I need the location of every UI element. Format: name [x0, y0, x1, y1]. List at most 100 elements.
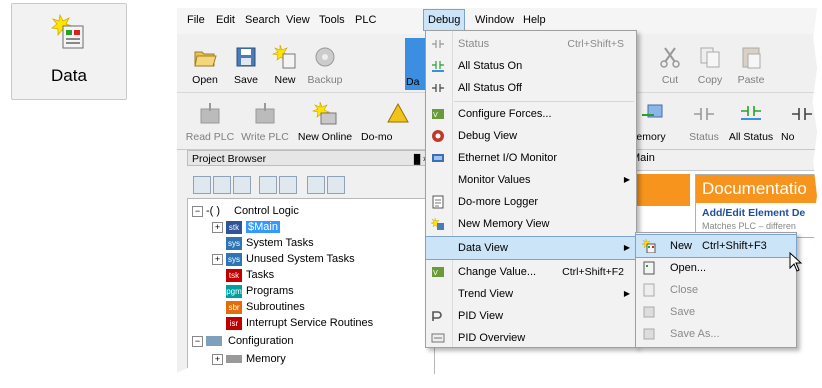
menu-help[interactable]: Help	[523, 14, 546, 26]
do-more-icon	[387, 102, 409, 123]
menu-item-new-memory-view[interactable]: New Memory View	[426, 213, 636, 235]
memory-view-icon	[431, 217, 444, 230]
sys-badge: sys	[226, 252, 242, 266]
collapse-icon[interactable]: −	[192, 336, 203, 347]
new-online-icon	[312, 101, 337, 125]
submenu-item-new[interactable]: New Ctrl+Shift+F3	[635, 234, 797, 258]
project-browser-toolbar	[187, 168, 433, 198]
menu-item-ethernet-io-monitor[interactable]: Ethernet I/O Monitor	[426, 147, 636, 169]
read-plc-button[interactable]: Read PLC	[185, 101, 235, 143]
menu-edit[interactable]: Edit	[216, 14, 235, 26]
pgm-badge: pgm	[226, 284, 242, 298]
all-status-button[interactable]: All Status	[725, 101, 777, 143]
filter-icon[interactable]	[193, 176, 211, 194]
menu-tools[interactable]: Tools	[319, 14, 345, 26]
debug-view-icon	[432, 130, 444, 142]
backup-icon	[315, 47, 335, 67]
status-button[interactable]: Status	[687, 101, 721, 143]
tree-node-interrupt-service-routines[interactable]: isr Interrupt Service Routines	[226, 315, 373, 331]
expand-icon[interactable]: +	[212, 354, 223, 365]
cut-button[interactable]: Cut	[655, 44, 685, 86]
open-icon	[643, 261, 655, 275]
submenu-item-save-as[interactable]: Save As...	[636, 323, 796, 345]
menu-item-configure-forces[interactable]: V Configure Forces...	[426, 103, 636, 125]
documentation-card: Documentatio Add/Edit Element De Matches…	[695, 174, 817, 238]
save-button[interactable]: Save	[229, 44, 263, 86]
expand-icon[interactable]: +	[212, 254, 223, 265]
new-button[interactable]: New	[269, 44, 301, 86]
tree-node-subroutines[interactable]: sbr Subroutines	[226, 299, 305, 315]
image-icon[interactable]	[327, 176, 345, 194]
data-toolbar-button[interactable]: Da	[405, 38, 425, 90]
submenu-arrow-icon: ▶	[623, 243, 630, 252]
menu-item-all-status-on[interactable]: All Status On	[426, 55, 636, 77]
menu-item-change-value[interactable]: V Change Value... Ctrl+Shift+F2	[426, 261, 636, 283]
paste-button[interactable]: Paste	[733, 44, 769, 86]
project-browser-title: Project Browser █ ×	[187, 150, 433, 166]
menu-item-debug-view[interactable]: Debug View	[426, 125, 636, 147]
memory-button[interactable]: emory	[633, 101, 669, 143]
no-status-button[interactable]: No	[781, 101, 812, 143]
grid-icon[interactable]	[307, 176, 325, 194]
data-button[interactable]: Data	[11, 3, 127, 100]
status-icon	[694, 108, 714, 120]
menu-item-pid-view[interactable]: PID View	[426, 305, 636, 327]
menu-item-data-view[interactable]: Data View ▶	[425, 236, 637, 260]
do-more-button[interactable]: Do-mo	[361, 101, 409, 143]
close-doc-icon	[643, 283, 655, 297]
sys-badge: sys	[226, 236, 242, 250]
menu-item-trend-view[interactable]: Trend View ▶	[426, 283, 636, 305]
list-view-icon[interactable]	[213, 176, 231, 194]
menu-search[interactable]: Search	[245, 14, 280, 26]
write-plc-button[interactable]: Write PLC	[239, 101, 291, 143]
open-button[interactable]: Open	[187, 44, 223, 86]
sbr-badge: sbr	[226, 300, 242, 314]
sort-az-icon[interactable]	[259, 176, 277, 194]
submenu-item-close[interactable]: Close	[636, 279, 796, 301]
menu-item-pid-overview[interactable]: PID Overview	[426, 327, 636, 349]
submenu-item-save[interactable]: Save	[636, 301, 796, 323]
open-folder-icon	[194, 51, 217, 67]
svg-text:V: V	[433, 111, 438, 119]
documentation-title: Documentatio	[696, 175, 817, 203]
data-button-label: Data	[51, 66, 87, 85]
mouse-pointer-icon	[789, 252, 803, 272]
tree-node-system-tasks[interactable]: sys System Tasks	[226, 235, 314, 251]
save-as-icon	[643, 328, 655, 340]
stk-badge: stk	[226, 220, 242, 234]
menu-item-monitor-values[interactable]: Monitor Values ▶	[426, 169, 636, 191]
menu-item-do-more-logger[interactable]: Do-more Logger	[426, 191, 636, 213]
write-plc-icon	[255, 103, 275, 124]
copy-button[interactable]: Copy	[693, 44, 727, 86]
tree-view-icon[interactable]	[233, 176, 251, 194]
menu-window[interactable]: Window	[475, 14, 514, 26]
menu-item-status[interactable]: Status Ctrl+Shift+S	[426, 33, 636, 55]
menu-plc[interactable]: PLC	[355, 14, 376, 26]
add-edit-element-link[interactable]: Add/Edit Element De	[702, 207, 805, 219]
documentation-subtext: Matches PLC – differen	[702, 221, 796, 231]
memory-icon	[642, 104, 663, 118]
new-online-button[interactable]: New Online	[295, 101, 355, 143]
collapse-icon[interactable]: −	[192, 206, 203, 217]
backup-button[interactable]: Backup	[305, 44, 345, 86]
submenu-item-open[interactable]: Open...	[636, 257, 796, 279]
pid-overview-icon	[431, 333, 445, 343]
menu-debug[interactable]: Debug	[423, 9, 466, 31]
tree-node-programs[interactable]: pgm Programs	[226, 283, 294, 299]
configuration-icon	[206, 336, 222, 346]
submenu-arrow-icon: ▶	[623, 289, 630, 298]
data-view-submenu: New Ctrl+Shift+F3 Open... Close Save Sav…	[635, 232, 797, 348]
change-value-icon: V	[432, 267, 444, 277]
menu-file[interactable]: File	[187, 14, 205, 26]
memory-icon	[226, 355, 242, 363]
expand-icon[interactable]: +	[212, 222, 223, 233]
configure-forces-icon: V	[432, 109, 444, 119]
menu-view[interactable]: View	[286, 14, 310, 26]
all-status-icon	[741, 106, 761, 120]
cut-icon	[660, 47, 680, 68]
menu-item-all-status-off[interactable]: All Status Off	[426, 77, 636, 99]
pid-view-icon	[432, 311, 442, 321]
tree-node-tasks[interactable]: tsk Tasks	[226, 267, 274, 283]
all-status-on-icon	[432, 61, 444, 72]
sort-za-icon[interactable]	[279, 176, 297, 194]
